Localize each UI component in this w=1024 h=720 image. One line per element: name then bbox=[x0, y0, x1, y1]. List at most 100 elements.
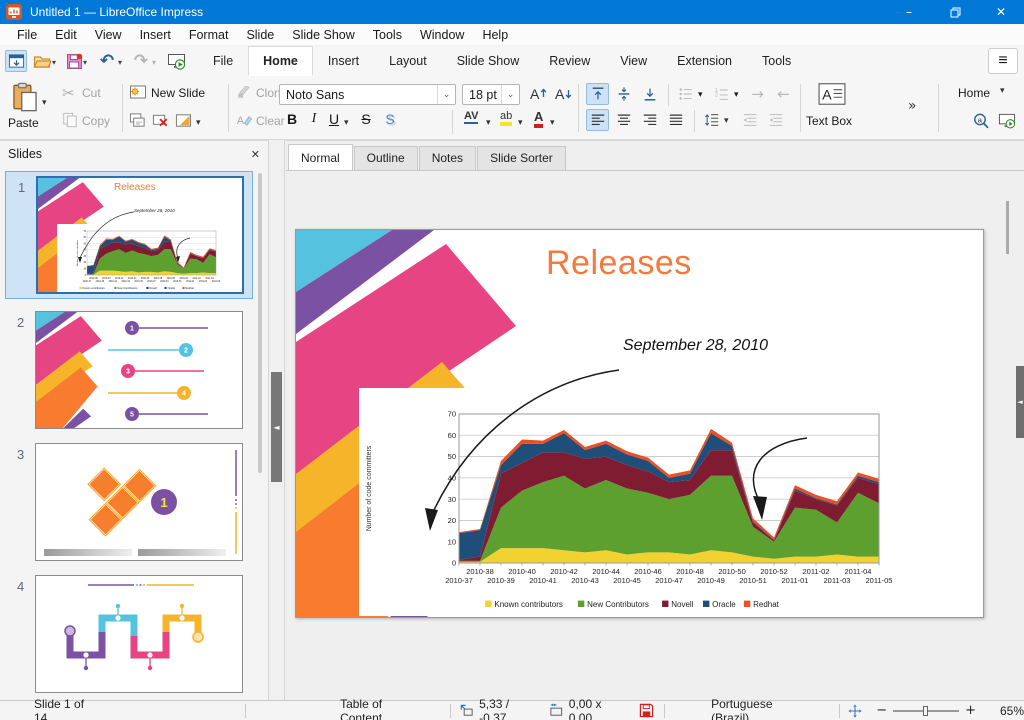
align-right-icon[interactable] bbox=[638, 109, 661, 131]
zoom-out-button[interactable]: − bbox=[876, 703, 887, 718]
new-slide-label[interactable]: New Slide bbox=[151, 86, 205, 100]
delete-slide-icon[interactable] bbox=[152, 112, 169, 129]
view-tab-normal[interactable]: Normal bbox=[288, 144, 353, 170]
align-justify-icon[interactable] bbox=[664, 109, 687, 131]
align-left-icon[interactable] bbox=[586, 109, 609, 131]
zoom-in-button[interactable]: + bbox=[965, 703, 976, 718]
slides-panel-close-icon[interactable]: ✕ bbox=[251, 148, 260, 161]
slide-thumbnail-1[interactable]: 1 Releases September 28, 2010 Xmas + 3.3… bbox=[5, 171, 253, 299]
underline-dropdown-icon[interactable]: ▾ bbox=[344, 118, 349, 128]
decrease-font-icon[interactable]: A bbox=[553, 84, 573, 104]
slide-thumbnail-4[interactable]: 4 bbox=[5, 571, 253, 699]
open-file-icon[interactable] bbox=[31, 50, 53, 72]
annotation-release-date[interactable]: September 28, 2010 bbox=[623, 337, 768, 355]
close-button[interactable]: ✕ bbox=[978, 0, 1024, 24]
insert-text-box-icon[interactable]: A bbox=[818, 82, 846, 106]
menu-format[interactable]: Format bbox=[180, 26, 238, 44]
align-center-vertical-icon[interactable] bbox=[612, 83, 635, 105]
font-name-combobox[interactable]: Noto Sans ⌄ bbox=[279, 84, 456, 105]
context-dropdown-icon[interactable]: ▾ bbox=[1000, 86, 1005, 96]
undo-icon[interactable]: ↶ bbox=[96, 50, 118, 72]
menu-window[interactable]: Window bbox=[411, 26, 473, 44]
slide-thumbnail-3[interactable]: 3 1 bbox=[5, 439, 253, 567]
paste-label[interactable]: Paste bbox=[8, 116, 39, 130]
menu-view[interactable]: View bbox=[86, 26, 131, 44]
panel-divider[interactable]: ◄ bbox=[268, 140, 285, 700]
notebookbar-toggle-icon[interactable] bbox=[5, 50, 27, 72]
align-top-icon[interactable] bbox=[586, 83, 609, 105]
ribbon-tab-layout[interactable]: Layout bbox=[374, 46, 442, 76]
slides-panel-scrollbar[interactable] bbox=[258, 173, 262, 473]
slide-canvas[interactable]: Releases September 28, 2010 Xmas + 3.3.0… bbox=[295, 229, 984, 618]
view-tab-outline[interactable]: Outline bbox=[354, 146, 418, 170]
align-center-icon[interactable] bbox=[612, 109, 635, 131]
ribbon-tab-home[interactable]: Home bbox=[248, 46, 313, 76]
menu-tools[interactable]: Tools bbox=[364, 26, 411, 44]
zoom-search-icon[interactable]: a bbox=[972, 112, 990, 130]
save-dropdown-icon[interactable]: ▾ bbox=[83, 58, 87, 67]
menu-insert[interactable]: Insert bbox=[131, 26, 180, 44]
save-icon[interactable] bbox=[63, 50, 85, 72]
ribbon-tab-insert[interactable]: Insert bbox=[313, 46, 374, 76]
increase-font-icon[interactable]: A bbox=[528, 84, 548, 104]
bold-button[interactable]: B bbox=[282, 108, 302, 130]
spacing-dropdown-icon[interactable]: ▾ bbox=[486, 118, 491, 128]
font-size-dropdown-icon[interactable]: ⌄ bbox=[501, 85, 519, 104]
unsaved-changes-icon[interactable] bbox=[639, 703, 654, 718]
language-selector[interactable]: Portuguese (Brazil) bbox=[711, 697, 805, 720]
line-spacing-icon[interactable] bbox=[700, 109, 723, 131]
view-tab-notes[interactable]: Notes bbox=[419, 146, 476, 170]
new-slide-icon[interactable] bbox=[129, 83, 147, 101]
paste-icon[interactable] bbox=[12, 82, 38, 112]
presentation-screen-icon[interactable] bbox=[998, 112, 1016, 130]
font-name-dropdown-icon[interactable]: ⌄ bbox=[437, 85, 455, 104]
minimize-button[interactable]: – bbox=[886, 0, 932, 24]
slide-layout-icon[interactable] bbox=[175, 112, 192, 129]
ribbon-tab-file[interactable]: File bbox=[198, 46, 248, 76]
italic-button[interactable]: I bbox=[304, 108, 324, 130]
font-color-icon[interactable]: A bbox=[534, 109, 543, 128]
panel-collapse-handle[interactable]: ◄ bbox=[271, 372, 282, 482]
zoom-slider-thumb[interactable] bbox=[923, 706, 928, 716]
sidebar-collapse-handle[interactable]: ◄ bbox=[1016, 366, 1024, 438]
layout-dropdown-icon[interactable]: ▾ bbox=[196, 118, 201, 128]
character-spacing-icon[interactable]: AV bbox=[464, 110, 478, 124]
ribbon-tab-extension[interactable]: Extension bbox=[662, 46, 747, 76]
strikethrough-button[interactable]: S bbox=[356, 108, 376, 130]
redo-icon[interactable]: ↷ bbox=[130, 50, 152, 72]
menubar-toggle-button[interactable]: ≡ bbox=[988, 48, 1018, 74]
shadow-button[interactable]: S bbox=[380, 108, 400, 130]
menu-slide-show[interactable]: Slide Show bbox=[283, 26, 364, 44]
ribbon-tab-slide-show[interactable]: Slide Show bbox=[442, 46, 535, 76]
ribbon-tab-view[interactable]: View bbox=[605, 46, 662, 76]
menu-slide[interactable]: Slide bbox=[237, 26, 283, 44]
start-presentation-icon[interactable] bbox=[165, 50, 187, 72]
highlight-dropdown-icon[interactable]: ▾ bbox=[518, 118, 523, 128]
underline-button[interactable]: U bbox=[324, 108, 344, 130]
align-bottom-icon[interactable] bbox=[638, 83, 661, 105]
toolbar-overflow-button[interactable]: » bbox=[908, 98, 917, 114]
line-spacing-dropdown-icon[interactable]: ▾ bbox=[724, 116, 729, 126]
slide-thumbnail-2[interactable]: 2 12345 bbox=[5, 307, 253, 435]
menu-file[interactable]: File bbox=[8, 26, 46, 44]
duplicate-slide-icon[interactable] bbox=[129, 112, 146, 129]
font-size-combobox[interactable]: 18 pt ⌄ bbox=[462, 84, 520, 105]
context-selector-label[interactable]: Home bbox=[958, 86, 990, 100]
workspace-vertical-scrollbar[interactable] bbox=[1006, 201, 1009, 254]
view-tab-slide-sorter[interactable]: Slide Sorter bbox=[477, 146, 566, 170]
menu-help[interactable]: Help bbox=[473, 26, 517, 44]
zoom-slider[interactable] bbox=[893, 710, 959, 712]
paste-dropdown-icon[interactable]: ▾ bbox=[42, 98, 47, 108]
fit-slide-icon[interactable] bbox=[848, 704, 862, 718]
highlight-color-icon[interactable]: ab bbox=[500, 110, 512, 126]
slide-title[interactable]: Releases bbox=[546, 244, 692, 283]
ribbon-tab-review[interactable]: Review bbox=[534, 46, 605, 76]
restore-button[interactable] bbox=[932, 0, 978, 24]
fontcolor-dropdown-icon[interactable]: ▾ bbox=[550, 118, 555, 128]
menu-edit[interactable]: Edit bbox=[46, 26, 86, 44]
open-dropdown-icon[interactable]: ▾ bbox=[52, 58, 56, 67]
undo-dropdown-icon[interactable]: ▾ bbox=[118, 58, 122, 67]
releases-chart-object[interactable]: 0102030405060702010-372010-382010-392010… bbox=[359, 388, 911, 616]
ribbon-tab-tools[interactable]: Tools bbox=[747, 46, 806, 76]
text-box-label[interactable]: Text Box bbox=[806, 114, 852, 128]
